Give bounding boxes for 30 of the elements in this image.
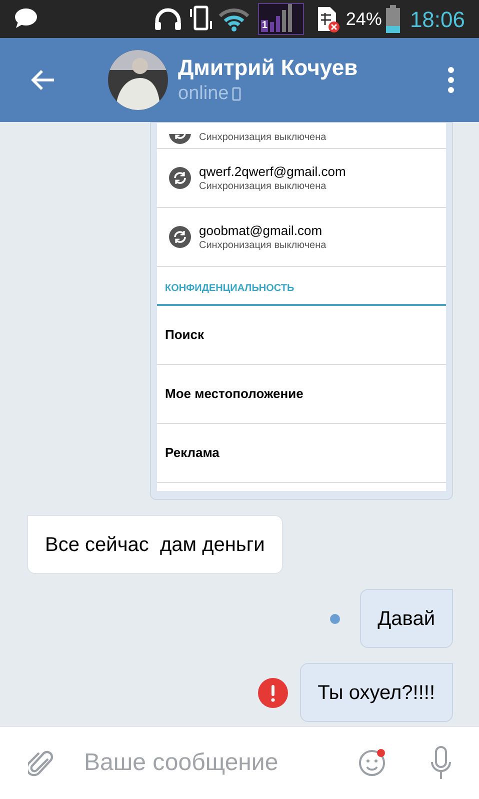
sync-icon xyxy=(169,167,191,189)
chat-bubble-icon xyxy=(14,8,38,30)
message-text: Давай xyxy=(378,606,435,632)
message-text: Ты охуел?!!!! xyxy=(318,680,435,706)
message-text: Все сейчас дам деньги xyxy=(45,532,265,558)
settings-item: Мое местоположение xyxy=(165,385,304,404)
settings-item: Реклама xyxy=(165,444,220,462)
message-composer[interactable]: Ваше сообщение xyxy=(0,726,479,799)
section-header: КОНФИДЕНЦИАЛЬНОСТЬ xyxy=(165,283,294,294)
account-email: qwerf.2qwerf@gmail.com xyxy=(199,164,346,180)
battery-percent: 24% xyxy=(346,8,382,30)
account-email: goobmat@gmail.com xyxy=(199,222,324,238)
contact-status: online xyxy=(178,82,229,106)
headphones-icon xyxy=(154,7,182,31)
microphone-button[interactable] xyxy=(429,745,453,781)
clock: 18:06 xyxy=(410,6,465,34)
settings-item: Поиск xyxy=(165,326,204,344)
battery-icon xyxy=(386,5,400,33)
sync-status: Синхронизация выключена xyxy=(199,180,328,192)
contact-name: Дмитрий Кочуев xyxy=(178,54,358,82)
signal-indicator: 1 xyxy=(258,3,304,35)
sync-status: Синхронизация выключена xyxy=(199,131,326,144)
screenshot-image[interactable]: Синхронизация выключена qwerf.2qwerf@gmail.com Синхронизация выключена goobmat@gmail.com Синхронизация выключена КОНФИДЕНЦИАЛЬНОСТЬ Поиск Мое местоположение Реклама xyxy=(150,122,453,500)
sync-status: Синхронизация выключена xyxy=(199,238,326,252)
phone-icon xyxy=(232,87,241,101)
sim-error-icon xyxy=(316,5,340,33)
error-icon[interactable] xyxy=(258,678,288,708)
wifi-icon xyxy=(218,6,250,32)
vibrate-icon xyxy=(188,5,214,33)
sync-icon xyxy=(169,226,191,248)
